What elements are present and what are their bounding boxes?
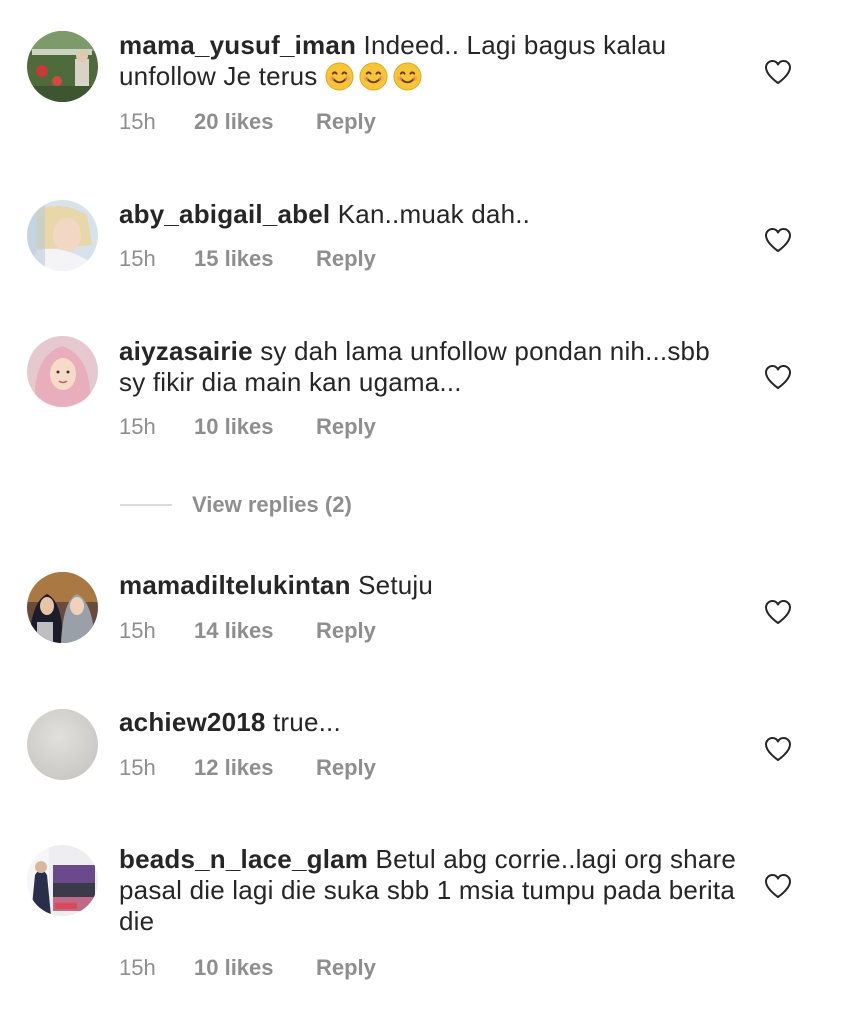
comment-likes[interactable]: 15 likes — [194, 246, 316, 272]
comment-time: 15h — [119, 414, 156, 439]
comment-text: aiyzasairie sy dah lama unfollow pondan … — [119, 336, 739, 398]
comment-meta: 15h 12 likes Reply — [119, 755, 376, 781]
replies-divider — [120, 504, 172, 506]
comment-time: 15h — [119, 109, 156, 134]
reply-button[interactable]: Reply — [316, 955, 376, 981]
comment-username[interactable]: beads_n_lace_glam — [119, 844, 368, 874]
comment-likes[interactable]: 10 likes — [194, 414, 316, 440]
comment-likes[interactable]: 10 likes — [194, 955, 316, 981]
comment-likes[interactable]: 14 likes — [194, 618, 316, 644]
comment-meta: 15h 10 likes Reply — [119, 414, 376, 440]
heart-outline-icon[interactable] — [764, 873, 792, 899]
comment-text: achiew2018 true... — [119, 707, 739, 738]
comment-text: mamadiltelukintan Setuju — [119, 570, 739, 601]
comment-likes[interactable]: 20 likes — [194, 109, 316, 135]
comment-time: 15h — [119, 618, 156, 643]
comment-time: 15h — [119, 246, 156, 271]
comment-meta: 15h 10 likes Reply — [119, 955, 376, 981]
reply-button[interactable]: Reply — [316, 755, 376, 781]
reply-button[interactable]: Reply — [316, 414, 376, 440]
comment-body: true... — [273, 707, 341, 737]
view-replies-label[interactable]: View replies (2) — [192, 492, 352, 518]
heart-outline-icon[interactable] — [764, 364, 792, 390]
comment-meta: 15h 20 likes Reply — [119, 109, 376, 135]
avatar[interactable] — [27, 845, 98, 916]
comment-username[interactable]: achiew2018 — [119, 707, 266, 737]
view-replies-button[interactable]: View replies (2) — [120, 492, 420, 518]
comment-username[interactable]: aby_abigail_abel — [119, 199, 330, 229]
comment-username[interactable]: mamadiltelukintan — [119, 570, 351, 600]
comment-text: mama_yusuf_iman Indeed.. Lagi bagus kala… — [119, 30, 739, 92]
comment-username[interactable]: mama_yusuf_iman — [119, 30, 356, 60]
avatar[interactable] — [27, 336, 98, 407]
avatar[interactable] — [27, 200, 98, 271]
comment-time: 15h — [119, 955, 156, 980]
comment-likes[interactable]: 12 likes — [194, 755, 316, 781]
comment-text: beads_n_lace_glam Betul abg corrie..lagi… — [119, 844, 739, 937]
reply-button[interactable]: Reply — [316, 246, 376, 272]
heart-outline-icon[interactable] — [764, 227, 792, 253]
heart-outline-icon[interactable] — [764, 599, 792, 625]
smiling-face-emoji-icon — [325, 62, 354, 91]
avatar[interactable] — [27, 31, 98, 102]
avatar[interactable] — [27, 572, 98, 643]
comment-time: 15h — [119, 755, 156, 780]
comment-meta: 15h 14 likes Reply — [119, 618, 376, 644]
comment-text: aby_abigail_abel Kan..muak dah.. — [119, 199, 739, 230]
reply-button[interactable]: Reply — [316, 618, 376, 644]
smiling-face-emoji-icon — [359, 62, 388, 91]
comment-body: Kan..muak dah.. — [337, 199, 531, 229]
reply-button[interactable]: Reply — [316, 109, 376, 135]
comment-body: Setuju — [358, 570, 434, 600]
heart-outline-icon[interactable] — [764, 59, 792, 85]
avatar[interactable] — [27, 709, 98, 780]
heart-outline-icon[interactable] — [764, 736, 792, 762]
comment-meta: 15h 15 likes Reply — [119, 246, 376, 272]
comment-username[interactable]: aiyzasairie — [119, 336, 253, 366]
smiling-face-emoji-icon — [393, 62, 422, 91]
